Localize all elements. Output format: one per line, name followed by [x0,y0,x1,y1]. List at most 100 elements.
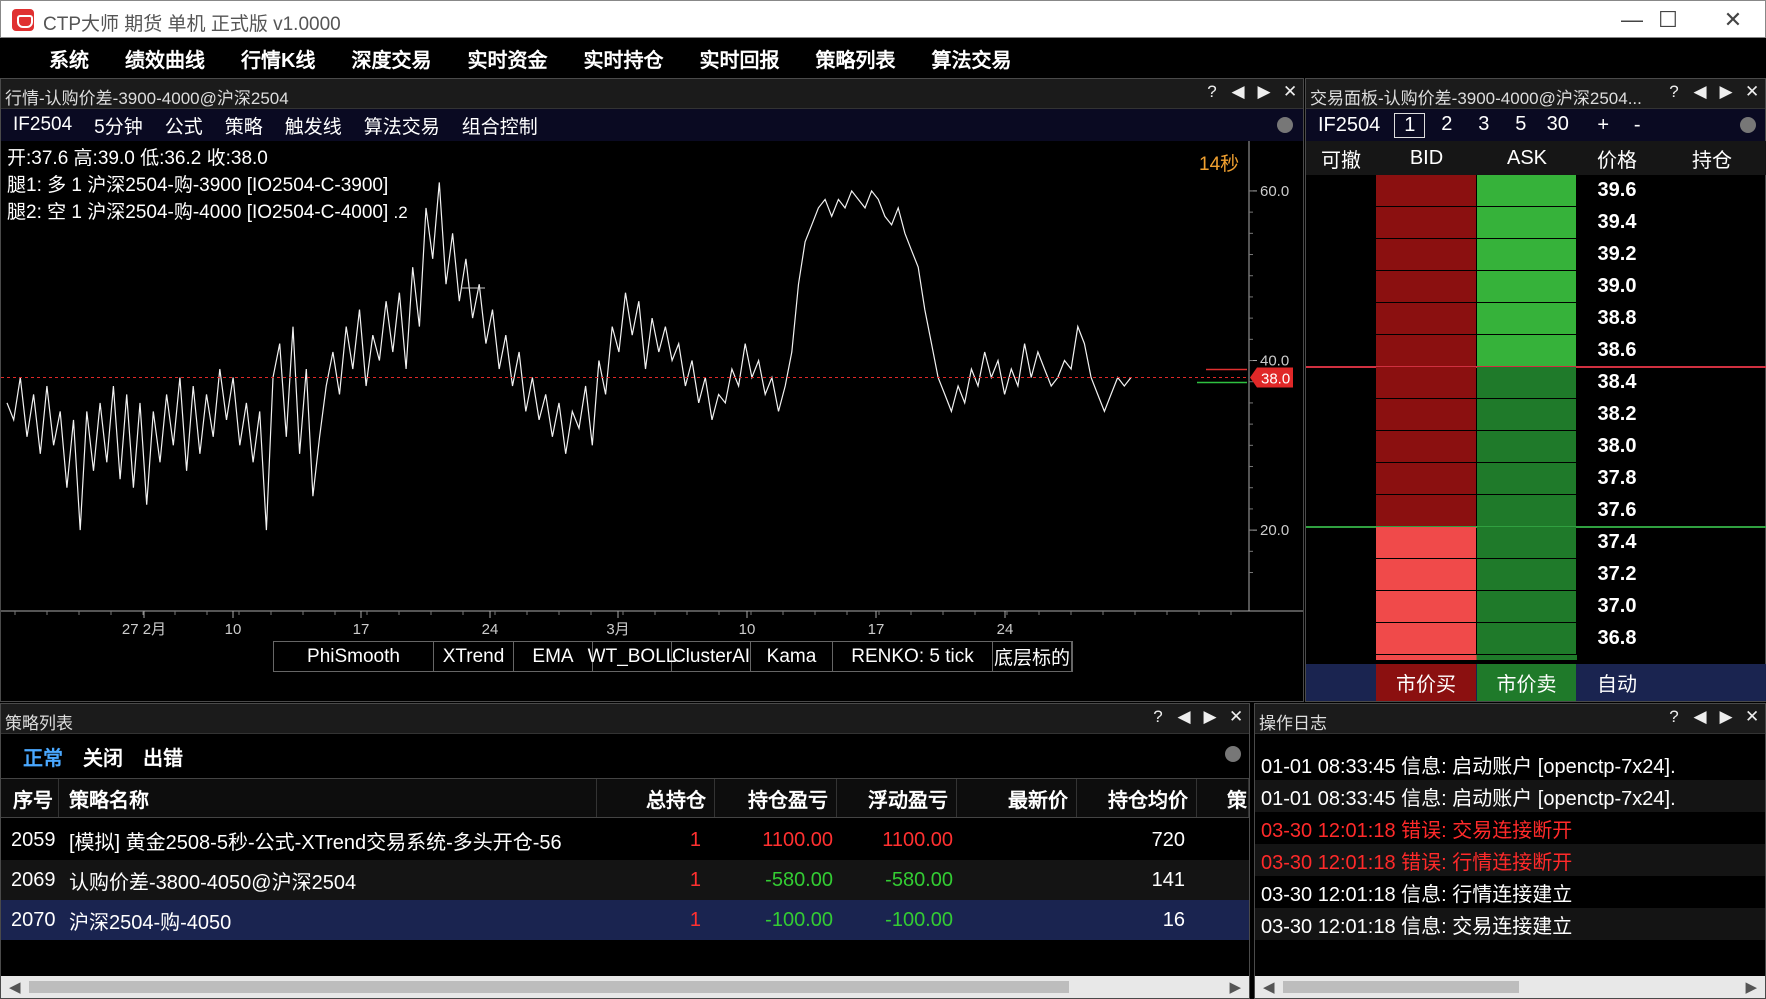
scroll-right-icon[interactable]: ▶ [1745,978,1757,996]
next-button[interactable]: ▶ [1203,707,1217,727]
indicator-5[interactable]: Kama [751,642,833,671]
book-row[interactable]: 38.8 [1306,303,1766,335]
book-ask-cell[interactable] [1477,239,1576,270]
indicator-1[interactable]: XTrend [434,642,514,671]
book-row[interactable]: 36.8 [1306,623,1766,655]
book-cancel-cell[interactable] [1306,175,1375,206]
book-price-cell[interactable]: 36.8 [1577,623,1657,654]
chart-toolbar-item-4[interactable]: 触发线 [285,112,342,139]
book-cancel-cell[interactable] [1306,591,1375,622]
book-ask-cell[interactable] [1477,335,1576,366]
strategy-tab-2[interactable]: 出错 [143,742,183,771]
help-button[interactable]: ? [1667,707,1681,727]
help-button[interactable]: ? [1205,82,1219,102]
book-row[interactable]: 37.0 [1306,591,1766,623]
chart-toolbar-item-0[interactable]: IF2504 [13,114,72,136]
book-row[interactable]: 38.2 [1306,399,1766,431]
menu-item-2[interactable]: 行情K线 [241,44,315,73]
strategy-col-1[interactable]: 策略名称 [59,779,597,817]
book-row[interactable]: 37.2 [1306,559,1766,591]
trade-symbol[interactable]: IF2504 [1318,114,1380,137]
book-ask-cell[interactable] [1477,207,1576,238]
quantity-plus-button[interactable]: + [1593,114,1613,137]
indicator-3[interactable]: WT_BOLL [588,642,676,671]
book-bid-cell[interactable] [1376,335,1476,366]
book-cancel-cell[interactable] [1306,463,1375,494]
book-cancel-cell[interactable] [1306,335,1375,366]
log-hscrollbar[interactable]: ◀ ▶ [1255,976,1765,998]
quantity-option-1[interactable]: 1 [1394,112,1426,138]
strategy-row[interactable]: 2059 [模拟] 黄金2508-5秒-公式-XTrend交易系统-多头开仓-56… [1,820,1249,860]
book-row[interactable]: 39.6 [1306,175,1766,207]
book-ask-cell[interactable] [1477,399,1576,430]
close-button[interactable]: ✕ [1698,1,1766,39]
book-price-cell[interactable]: 37.6 [1577,495,1657,526]
scroll-left-icon[interactable]: ◀ [9,978,21,996]
menu-item-1[interactable]: 绩效曲线 [125,44,205,73]
book-row[interactable]: 38.0 [1306,431,1766,463]
indicator-0[interactable]: PhiSmooth [274,642,434,671]
book-row[interactable]: 37.6 [1306,495,1766,527]
book-ask-cell[interactable] [1477,463,1576,494]
prev-button[interactable]: ◀ [1231,82,1245,102]
menu-item-5[interactable]: 实时持仓 [583,44,663,73]
menu-item-4[interactable]: 实时资金 [467,44,547,73]
scroll-thumb[interactable] [29,981,1069,993]
chart-toolbar-item-1[interactable]: 5分钟 [94,112,143,139]
book-ask-cell[interactable] [1477,591,1576,622]
menu-item-3[interactable]: 深度交易 [351,44,431,73]
order-book[interactable]: 39.6 39.4 39.2 39.0 38.8 38.6 38.4 38.2 38.0 37.8… [1306,175,1766,660]
scroll-right-icon[interactable]: ▶ [1229,978,1241,996]
book-price-cell[interactable]: 38.6 [1577,335,1657,366]
book-bid-cell[interactable] [1376,463,1476,494]
book-cancel-cell[interactable] [1306,207,1375,238]
book-price-cell[interactable]: 37.4 [1577,527,1657,558]
book-bid-cell[interactable] [1376,623,1476,654]
book-cancel-cell[interactable] [1306,623,1375,654]
strategy-row[interactable]: 2070 沪深2504-购-4050 1 -100.00 -100.00 16 [1,900,1249,940]
strategy-col-5[interactable]: 最新价 [957,779,1077,817]
book-cancel-cell[interactable] [1306,367,1375,398]
book-ask-cell[interactable] [1477,431,1576,462]
book-ask-cell[interactable] [1477,175,1576,206]
strategy-row[interactable]: 2069 认购价差-3800-4050@沪深2504 1 -580.00 -580.00… [1,860,1249,900]
book-price-cell[interactable]: 38.8 [1577,303,1657,334]
quantity-minus-button[interactable]: - [1627,114,1647,137]
book-cancel-cell[interactable] [1306,271,1375,302]
book-price-cell[interactable]: 39.4 [1577,207,1657,238]
quantity-option-5[interactable]: 5 [1505,113,1536,138]
book-bid-cell[interactable] [1376,527,1476,558]
book-bid-cell[interactable] [1376,431,1476,462]
quantity-option-2[interactable]: 2 [1431,113,1462,138]
strategy-tab-0[interactable]: 正常 [23,742,63,771]
book-ask-cell[interactable] [1477,367,1576,398]
book-bid-cell[interactable] [1376,399,1476,430]
chart-toolbar-item-2[interactable]: 公式 [165,112,203,139]
book-ask-cell[interactable] [1477,623,1576,654]
book-bid-cell[interactable] [1376,495,1476,526]
next-button[interactable]: ▶ [1257,82,1271,102]
book-bid-cell[interactable] [1376,239,1476,270]
strategy-col-4[interactable]: 浮动盈亏 [837,779,957,817]
book-cancel-cell[interactable] [1306,527,1375,558]
close-panel-button[interactable]: ✕ [1745,707,1759,727]
book-cancel-cell[interactable] [1306,431,1375,462]
book-cancel-cell[interactable] [1306,303,1375,334]
strategy-col-0[interactable]: 序号 [1,779,59,817]
help-button[interactable]: ? [1151,707,1165,727]
close-panel-button[interactable]: ✕ [1229,707,1243,727]
book-price-cell[interactable]: 39.2 [1577,239,1657,270]
next-button[interactable]: ▶ [1719,707,1733,727]
quantity-option-3[interactable]: 3 [1468,113,1499,138]
strategy-hscrollbar[interactable]: ◀ ▶ [1,976,1249,998]
menu-item-7[interactable]: 策略列表 [815,44,895,73]
book-cancel-cell[interactable] [1306,399,1375,430]
strategy-col-2[interactable]: 总持仓 [597,779,715,817]
book-cancel-cell[interactable] [1306,239,1375,270]
prev-button[interactable]: ◀ [1693,82,1707,102]
book-price-cell[interactable]: 38.0 [1577,431,1657,462]
quantity-option-30[interactable]: 30 [1542,113,1573,138]
book-price-cell[interactable]: 38.4 [1577,367,1657,398]
scroll-left-icon[interactable]: ◀ [1263,978,1275,996]
book-row[interactable]: 39.2 [1306,239,1766,271]
